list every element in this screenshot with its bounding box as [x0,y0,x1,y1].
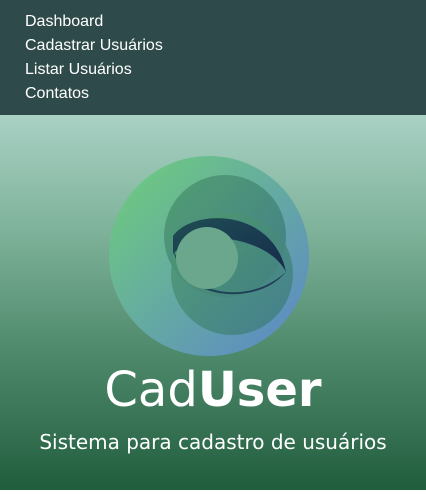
nav-link-cadastrar-usuarios[interactable]: Cadastrar Usuários [25,37,163,54]
logo-center-hole [176,227,238,289]
logo-graphic [109,156,309,356]
bottom-divider [0,490,426,494]
hero-subtitle: Sistema para cadastro de usuários [39,430,387,454]
nav-list: Dashboard Cadastrar Usuários Listar Usuá… [25,10,163,106]
nav-item-dashboard: Dashboard [25,10,163,34]
nav-link-listar-usuarios[interactable]: Listar Usuários [25,61,132,78]
nav-item-listar-usuarios: Listar Usuários [25,58,163,82]
top-navigation: Dashboard Cadastrar Usuários Listar Usuá… [0,0,426,115]
nav-item-cadastrar-usuarios: Cadastrar Usuários [25,34,163,58]
nav-item-contatos: Contatos [25,82,163,106]
brand-part-cad: Cad [104,362,198,418]
nav-link-contatos[interactable]: Contatos [25,85,89,102]
caduser-logo-icon [103,150,315,362]
brand-wordmark: CadUser [0,362,426,418]
brand-part-user: User [197,362,322,418]
nav-link-dashboard[interactable]: Dashboard [25,13,103,30]
